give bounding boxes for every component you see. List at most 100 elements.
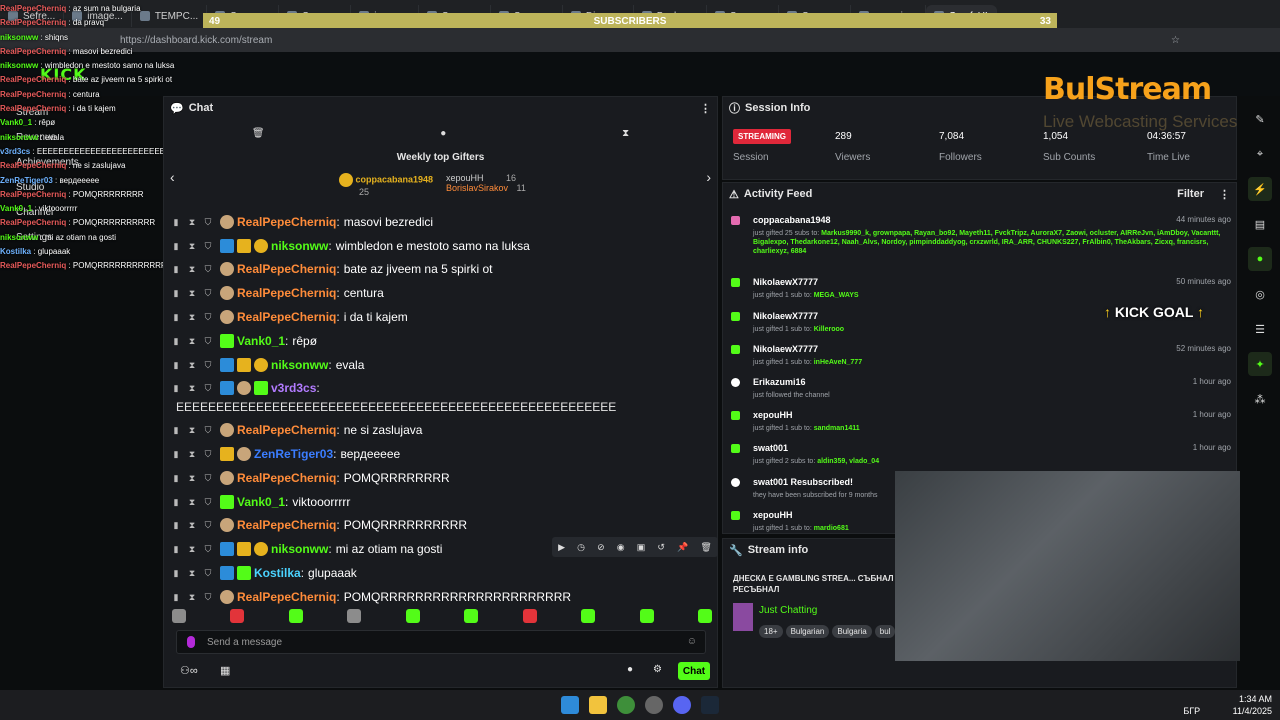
trash-icon[interactable]: ▮ bbox=[172, 450, 180, 459]
message-input[interactable]: Send a message ☺ bbox=[176, 630, 706, 654]
chat-message[interactable]: ▮ ⧗ ⛉ RealPepeCherniq: POMQRRRRRRRRRRRRRRRRR… bbox=[172, 585, 712, 609]
timeout-icon[interactable]: ⧗ bbox=[188, 473, 196, 482]
chat-username[interactable]: niksonww bbox=[271, 358, 328, 372]
chat-username[interactable]: RealPepeCherniq bbox=[237, 518, 336, 532]
chat-message[interactable]: ▮ ⧗ ⛉ Vank0_1: rêpø bbox=[172, 329, 712, 353]
chat-message[interactable]: ▮ ⧗ ⛉ Vank0_1: viktooorrrrr bbox=[172, 490, 712, 514]
timeout-icon[interactable]: ⧗ bbox=[188, 289, 196, 298]
timeout-icon[interactable]: ⧗ bbox=[188, 569, 196, 578]
users-icon[interactable]: ⚇∞ bbox=[180, 664, 198, 677]
trash-icon[interactable]: ▮ bbox=[172, 217, 180, 226]
timeout-icon[interactable]: ⧗ bbox=[188, 521, 196, 530]
copy-icon[interactable]: ▣ bbox=[637, 542, 646, 553]
clock-icon[interactable]: ◷ bbox=[577, 542, 585, 553]
chat-username[interactable]: ZenReTiger03 bbox=[254, 447, 333, 461]
chat-username[interactable]: RealPepeCherniq bbox=[237, 471, 336, 485]
activity-user[interactable]: NikolaewX7777 bbox=[753, 277, 1231, 287]
more-icon[interactable]: ⋮ bbox=[1219, 188, 1230, 201]
chat-username[interactable]: RealPepeCherniq bbox=[237, 262, 336, 276]
emote-icon[interactable] bbox=[230, 609, 245, 623]
activity-item[interactable]: NikolaewX7777 just gifted 1 sub to: inHeA… bbox=[731, 344, 1231, 367]
chat-username[interactable]: niksonww bbox=[271, 239, 328, 253]
chat-message[interactable]: ▮ ⧗ ⛉ RealPepeCherniq: centura bbox=[172, 281, 712, 305]
timeout-icon[interactable]: ⧗ bbox=[188, 265, 196, 274]
trash-icon[interactable]: ▮ bbox=[172, 545, 180, 554]
trash-icon[interactable]: ▮ bbox=[172, 265, 180, 274]
activity-user[interactable]: NikolaewX7777 bbox=[753, 344, 1231, 354]
timeout-icon[interactable]: ⧗ bbox=[188, 497, 196, 506]
trash-icon[interactable]: ▮ bbox=[172, 592, 180, 601]
chat-message[interactable]: ▮ ⧗ ⛉ niksonww: wimbledon e mestoto samo na … bbox=[172, 234, 712, 258]
delete-icon[interactable]: 🗑 bbox=[700, 542, 711, 553]
emote-icon[interactable] bbox=[288, 609, 303, 623]
shield-icon[interactable]: ⛉ bbox=[204, 336, 212, 345]
shield-icon[interactable]: ⛉ bbox=[204, 384, 212, 393]
mute-icon[interactable]: ⊘ bbox=[597, 542, 605, 553]
chat-message[interactable]: ▮ ⧗ ⛉ RealPepeCherniq: masovi bezredici bbox=[172, 210, 712, 234]
chat-message[interactable]: ▮ ⧗ ⛉ RealPepeCherniq: bate az jiveem na 5 s… bbox=[172, 258, 712, 282]
timeout-icon[interactable]: ⧗ bbox=[188, 384, 196, 393]
activity-user[interactable]: Erikazumi16 bbox=[753, 377, 1231, 387]
shield-icon[interactable]: ⛉ bbox=[204, 426, 212, 435]
activity-item[interactable]: swat001 just gifted 2 subs to: aldin359, … bbox=[731, 443, 1231, 466]
shield-icon[interactable]: ⛉ bbox=[204, 497, 212, 506]
chat-message[interactable]: ▮ ⧗ ⛉ RealPepeCherniq: ne si zaslujava bbox=[172, 418, 712, 442]
stream-tag[interactable]: bul bbox=[874, 625, 896, 638]
trash-icon[interactable]: 🗑 bbox=[252, 128, 265, 139]
chat-message[interactable]: ▮ ⧗ ⛉ v3rd3cs: bbox=[172, 377, 712, 401]
pin-icon[interactable]: 📌 bbox=[677, 542, 688, 553]
chat-username[interactable]: RealPepeCherniq bbox=[237, 286, 336, 300]
activity-user[interactable]: xepouHH bbox=[753, 410, 1231, 420]
trash-icon[interactable]: ▮ bbox=[172, 497, 180, 506]
trash-icon[interactable]: ▮ bbox=[172, 384, 180, 393]
chat-message[interactable]: ▮ ⧗ ⛉ RealPepeCherniq: i da ti kajem bbox=[172, 305, 712, 329]
timeout-icon[interactable]: ⧗ bbox=[188, 545, 196, 554]
emote-icon[interactable] bbox=[405, 609, 420, 623]
chrome-icon[interactable] bbox=[617, 696, 635, 714]
trash-icon[interactable]: ▮ bbox=[172, 336, 180, 345]
timeout-icon[interactable]: ⧗ bbox=[188, 241, 196, 250]
emote-icon[interactable] bbox=[581, 609, 596, 623]
chat-settings-icon[interactable]: ● bbox=[627, 664, 633, 675]
activity-user[interactable]: swat001 bbox=[753, 443, 1231, 453]
shield-icon[interactable]: ⛉ bbox=[204, 217, 212, 226]
trash-icon[interactable]: ▮ bbox=[172, 521, 180, 530]
timeout-icon[interactable]: ⧗ bbox=[188, 313, 196, 322]
chat-message[interactable]: ▮ ⧗ ⛉ niksonww: evala bbox=[172, 353, 712, 377]
shield-icon[interactable]: ⛉ bbox=[204, 521, 212, 530]
timeout-icon[interactable]: ⧗ bbox=[188, 450, 196, 459]
timeout-icon[interactable]: ⧗ bbox=[188, 426, 196, 435]
chat-username[interactable]: v3rd3cs bbox=[271, 381, 316, 395]
document-icon[interactable]: ▤ bbox=[1248, 212, 1272, 236]
category-name[interactable]: Just Chatting bbox=[759, 605, 817, 616]
activity-item[interactable]: Erikazumi16 just followed the channel 1 ho… bbox=[731, 377, 1231, 400]
chat-message[interactable]: ▮ ⧗ ⛉ RealPepeCherniq: POMQRRRRRRRRRR bbox=[172, 514, 712, 538]
chat-username[interactable]: Kostilka bbox=[254, 566, 301, 580]
trash-icon[interactable]: ▮ bbox=[172, 313, 180, 322]
shield-icon[interactable]: ⛉ bbox=[204, 313, 212, 322]
emote-icon[interactable] bbox=[522, 609, 537, 623]
language-indicator[interactable]: БГР bbox=[1183, 706, 1200, 716]
list-icon[interactable]: ☰ bbox=[1248, 317, 1272, 341]
activity-item[interactable]: coppacabana1948 just gifted 25 subs to: M… bbox=[731, 215, 1231, 256]
timeout-icon[interactable]: ⧗ bbox=[188, 217, 196, 226]
emote-icon[interactable] bbox=[172, 609, 186, 623]
chevron-right-icon[interactable]: › bbox=[706, 169, 711, 185]
emote-icon[interactable] bbox=[639, 609, 654, 623]
shield-icon[interactable]: ⛉ bbox=[204, 265, 212, 274]
broadcast-icon[interactable]: ◎ bbox=[1248, 282, 1272, 306]
undo-icon[interactable]: ↺ bbox=[657, 542, 665, 553]
emoji-icon[interactable]: ☺ bbox=[687, 636, 697, 647]
chat-icon[interactable]: ● bbox=[1248, 247, 1272, 271]
stream-tag[interactable]: Bulgaria bbox=[832, 625, 872, 638]
microphone-icon[interactable] bbox=[187, 636, 195, 648]
stream-tag[interactable]: 18+ bbox=[759, 625, 783, 638]
chat-username[interactable]: Vank0_1 bbox=[237, 334, 285, 348]
trash-icon[interactable]: ▮ bbox=[172, 473, 180, 482]
chevron-left-icon[interactable]: ‹ bbox=[170, 169, 175, 185]
clock[interactable]: 1:34 AM 11/4/2025 bbox=[1233, 693, 1272, 717]
crosshair-icon[interactable]: ⌖ bbox=[1248, 142, 1272, 166]
chat-username[interactable]: niksonww bbox=[271, 542, 328, 556]
shield-icon[interactable]: ⛉ bbox=[204, 450, 212, 459]
send-chat-button[interactable]: Chat bbox=[678, 662, 710, 680]
